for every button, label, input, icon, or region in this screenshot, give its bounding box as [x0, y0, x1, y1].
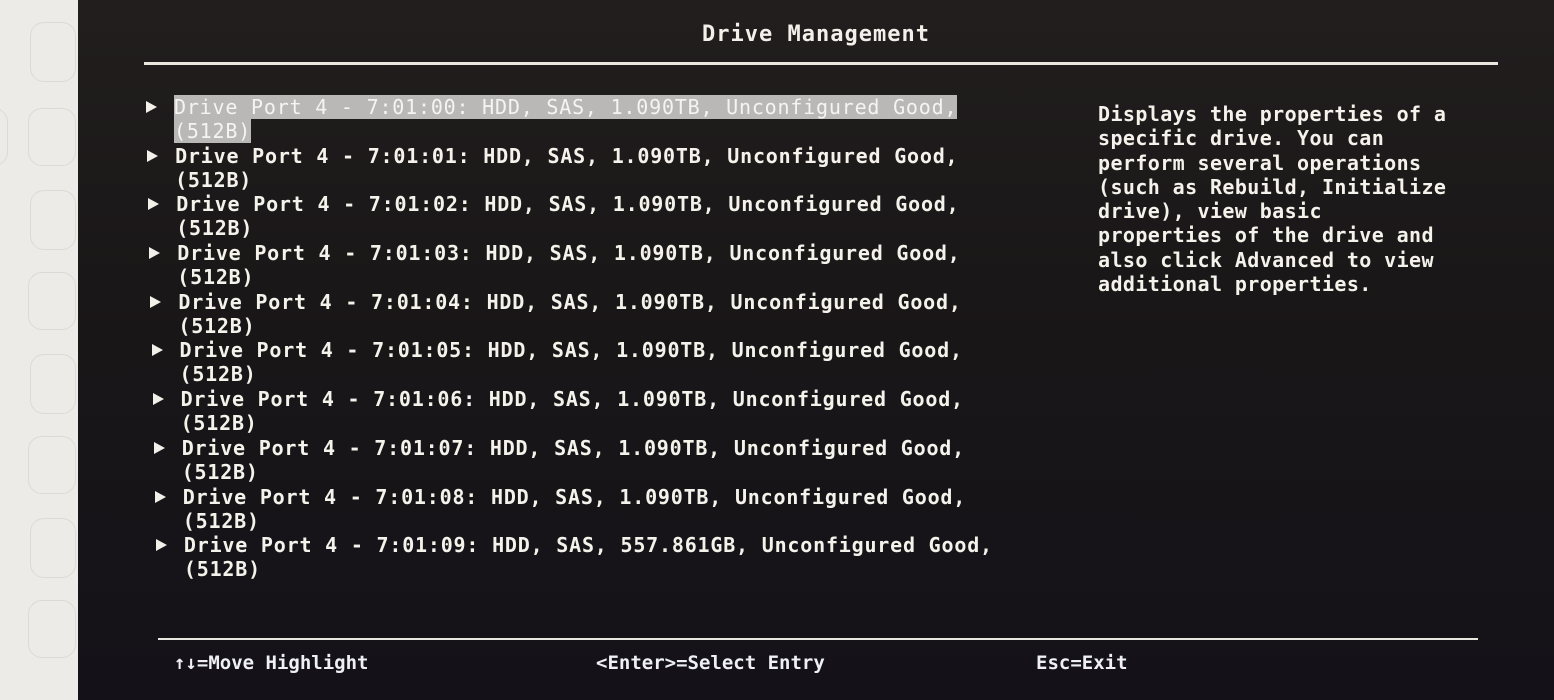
drive-sector-size: (512B)	[176, 216, 254, 241]
drive-list-item[interactable]: Drive Port 4 - 7:01:08: HDD, SAS, 1.090T…	[153, 485, 1104, 534]
submenu-arrow-icon	[155, 539, 167, 552]
drive-label: Drive Port 4 - 7:01:01: HDD, SAS, 1.090T…	[175, 143, 959, 168]
submenu-arrow-icon	[153, 441, 165, 454]
drive-list-item[interactable]: Drive Port 4 - 7:01:04: HDD, SAS, 1.090T…	[148, 290, 1104, 339]
drive-list-item[interactable]: Drive Port 4 - 7:01:00: HDD, SAS, 1.090T…	[144, 95, 1104, 144]
drive-label: Drive Port 4 - 7:01:08: HDD, SAS, 1.090T…	[182, 484, 967, 509]
submenu-arrow-icon	[154, 490, 166, 503]
header-divider	[144, 62, 1498, 65]
footer-move-highlight: ↑↓=Move Highlight	[174, 652, 369, 674]
drive-label: Drive Port 4 - 7:01:05: HDD, SAS, 1.090T…	[179, 338, 963, 363]
drive-label: Drive Port 4 - 7:01:06: HDD, SAS, 1.090T…	[180, 387, 964, 412]
drive-sector-size: (512B)	[177, 265, 255, 290]
drive-list-item[interactable]: Drive Port 4 - 7:01:06: HDD, SAS, 1.090T…	[151, 387, 1104, 436]
wall-tile	[28, 272, 76, 330]
submenu-arrow-icon	[151, 344, 163, 357]
wall-tile	[28, 108, 76, 166]
help-text: Displays the properties of a specific dr…	[1098, 102, 1447, 297]
drive-label: Drive Port 4 - 7:01:02: HDD, SAS, 1.090T…	[176, 192, 960, 217]
footer-exit: Esc=Exit	[1036, 652, 1128, 674]
drive-list-item[interactable]: Drive Port 4 - 7:01:03: HDD, SAS, 1.090T…	[147, 241, 1104, 290]
drive-sector-size: (512B)	[183, 557, 261, 582]
wall-tile	[30, 22, 76, 82]
drive-list-item[interactable]: Drive Port 4 - 7:01:05: HDD, SAS, 1.090T…	[150, 338, 1105, 387]
footer-divider	[158, 638, 1478, 640]
drive-label: Drive Port 4 - 7:01:00: HDD, SAS, 1.090T…	[174, 95, 958, 119]
drive-list-item[interactable]: Drive Port 4 - 7:01:07: HDD, SAS, 1.090T…	[152, 436, 1104, 485]
submenu-arrow-icon	[152, 393, 164, 406]
drive-label: Drive Port 4 - 7:01:07: HDD, SAS, 1.090T…	[181, 435, 965, 460]
drive-sector-size: (512B)	[180, 411, 258, 436]
page-title: Drive Management	[702, 22, 930, 47]
drive-list-item[interactable]: Drive Port 4 - 7:01:09: HDD, SAS, 557.86…	[154, 533, 1104, 582]
drive-label: Drive Port 4 - 7:01:09: HDD, SAS, 557.86…	[183, 533, 993, 558]
drive-label: Drive Port 4 - 7:01:03: HDD, SAS, 1.090T…	[177, 241, 961, 266]
submenu-arrow-icon	[150, 295, 162, 308]
wall-tile	[30, 354, 76, 414]
drive-list: Drive Port 4 - 7:01:00: HDD, SAS, 1.090T…	[144, 95, 1104, 582]
wall-tile	[30, 518, 76, 578]
drive-sector-size: (512B)	[182, 508, 260, 533]
submenu-arrow-icon	[146, 101, 157, 113]
drive-sector-size: (512B)	[178, 313, 256, 338]
wall-tile	[28, 600, 76, 658]
wall-tile	[0, 108, 8, 166]
drive-sector-size: (512B)	[175, 167, 253, 192]
submenu-arrow-icon	[149, 247, 161, 260]
drive-label: Drive Port 4 - 7:01:04: HDD, SAS, 1.090T…	[178, 289, 962, 314]
wall-tile	[28, 436, 76, 494]
drive-list-item[interactable]: Drive Port 4 - 7:01:02: HDD, SAS, 1.090T…	[146, 192, 1104, 241]
drive-sector-size: (512B)	[179, 362, 257, 387]
submenu-arrow-icon	[147, 149, 159, 162]
drive-sector-size: (512B)	[174, 119, 252, 143]
drive-sector-size: (512B)	[181, 459, 259, 484]
bios-screen: Drive Management Drive Port 4 - 7:01:00:…	[78, 0, 1554, 700]
wall-tile	[30, 190, 76, 250]
footer-select-entry: <Enter>=Select Entry	[596, 652, 825, 674]
submenu-arrow-icon	[148, 198, 160, 211]
drive-list-item[interactable]: Drive Port 4 - 7:01:01: HDD, SAS, 1.090T…	[145, 144, 1104, 193]
